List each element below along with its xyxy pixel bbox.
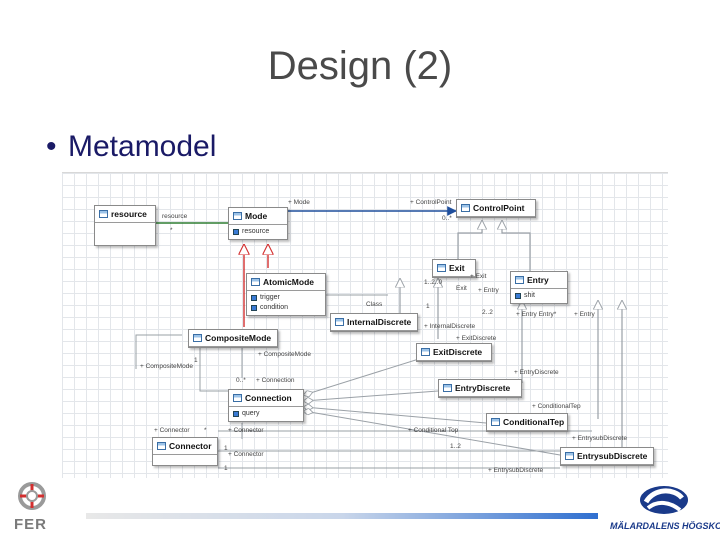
edge-label: + Entry Entry* <box>516 311 557 318</box>
edge-label: 0..* <box>442 215 452 222</box>
attr-name: resource <box>242 228 270 235</box>
class-entrysubdiscrete[interactable]: EntrysubDiscrete <box>560 447 654 466</box>
class-name: Mode <box>245 211 268 221</box>
edge-label: * <box>204 427 207 434</box>
fer-logo-text: FER <box>14 516 47 533</box>
class-connection[interactable]: Connection query <box>228 389 304 422</box>
edge-label: Class <box>366 301 383 308</box>
edge-label: + InternalDiscrete <box>424 323 476 330</box>
edge-label: + Entry <box>574 311 595 318</box>
class-icon <box>251 278 260 286</box>
edge-label: 1..2 <box>450 443 461 450</box>
class-name: Connector <box>169 441 212 451</box>
attribute-icon <box>233 411 239 417</box>
edge-label: + EntryDiscrete <box>514 369 559 376</box>
edge-label: + EntrysubDiscrete <box>488 467 544 474</box>
composite-connection-edge <box>199 345 228 392</box>
connection-conditional-edge <box>304 407 487 424</box>
class-icon <box>421 348 430 356</box>
class-icon <box>157 442 166 450</box>
attribute-icon <box>515 293 521 299</box>
class-icon <box>233 394 242 402</box>
edge-label: 1 <box>194 357 198 364</box>
edge-label: + Entry <box>478 287 499 294</box>
class-icon <box>193 334 202 342</box>
class-name: EntryDiscrete <box>455 383 511 393</box>
edge-label: 2..2 <box>482 309 493 316</box>
class-icon <box>99 210 108 218</box>
class-name: InternalDiscrete <box>347 317 412 327</box>
edge-label: + Connector <box>228 451 264 458</box>
class-icon <box>233 212 242 220</box>
class-conditionaltep[interactable]: ConditionalTep <box>486 413 568 432</box>
attr-name: shit <box>524 292 535 299</box>
edge-label: + Connection <box>256 377 295 384</box>
class-name: ConditionalTep <box>503 417 565 427</box>
class-name: CompositeMode <box>205 333 272 343</box>
edge-label: + CompositeMode <box>258 351 311 358</box>
edge-label: + ConditionalTep <box>532 403 581 410</box>
class-name: Exit <box>449 263 465 273</box>
mdh-logo-icon <box>640 486 688 514</box>
bullet-symbol: • <box>46 130 57 163</box>
edge-label: + Conditional Top <box>408 427 459 434</box>
attr-name: condition <box>260 304 289 311</box>
edge-label: + Exit <box>470 273 487 280</box>
class-resource[interactable]: resource <box>94 205 156 246</box>
edge-label: 1 <box>224 465 228 472</box>
class-entry[interactable]: Entry shit <box>510 271 568 304</box>
class-icon <box>515 276 524 284</box>
class-controlpoint[interactable]: ControlPoint <box>456 199 536 218</box>
edge-label: + Connector <box>154 427 190 434</box>
edge-label: + ControlPoint <box>410 199 452 206</box>
connection-entrydiscrete-edge <box>304 390 439 401</box>
attribute-icon <box>233 229 239 235</box>
class-icon <box>335 318 344 326</box>
edge-label: + Mode <box>288 199 310 206</box>
edge-label: Exit <box>456 285 467 292</box>
attr-name: trigger <box>260 294 280 301</box>
class-icon <box>443 384 452 392</box>
edge-label: + ExitDiscrete <box>456 335 497 342</box>
attribute-icon <box>251 295 257 301</box>
class-icon <box>565 452 574 460</box>
edge-label: resource <box>162 213 188 220</box>
attribute-icon <box>251 305 257 311</box>
metamodel-diagram: resource Mode resource ControlPoint Exit… <box>62 172 668 478</box>
edge-label: 1..2..0 <box>424 279 443 286</box>
class-connector[interactable]: Connector <box>152 437 218 466</box>
edge-label: + Connector <box>228 427 264 434</box>
class-entrydiscrete[interactable]: EntryDiscrete <box>438 379 522 398</box>
class-name: EntrysubDiscrete <box>577 451 648 461</box>
class-exitdiscrete[interactable]: ExitDiscrete <box>416 343 492 362</box>
exit-controlpoint-edge <box>457 221 482 259</box>
class-icon <box>461 204 470 212</box>
edge-label: + EntrysubDiscrete <box>572 435 628 442</box>
class-icon <box>491 418 500 426</box>
class-name: Entry <box>527 275 549 285</box>
entry-controlpoint-edge <box>502 221 531 271</box>
class-atomicmode[interactable]: AtomicMode trigger condition <box>246 273 326 316</box>
bullet-text: Metamodel <box>68 130 217 163</box>
class-name: ExitDiscrete <box>433 347 483 357</box>
class-icon <box>437 264 446 272</box>
edge-label: 1 <box>426 303 430 310</box>
bullet-item: • Metamodel <box>46 130 216 164</box>
class-name: AtomicMode <box>263 277 314 287</box>
footer-bar <box>86 513 598 519</box>
class-name: resource <box>111 209 147 219</box>
class-internaldiscrete[interactable]: InternalDiscrete <box>330 313 418 332</box>
edge-label: + CompositeMode <box>140 363 193 370</box>
class-mode[interactable]: Mode resource <box>228 207 288 240</box>
class-name: ControlPoint <box>473 203 525 213</box>
edge-label: * <box>170 227 173 234</box>
slide-title: Design (2) <box>267 44 453 88</box>
edge-label: 0..* <box>236 377 246 384</box>
class-compositemode[interactable]: CompositeMode <box>188 329 278 348</box>
class-name: Connection <box>245 393 292 403</box>
attr-name: query <box>242 410 260 417</box>
mdh-logo-text: MÄLARDALENS HÖGSKOLA <box>610 521 720 531</box>
